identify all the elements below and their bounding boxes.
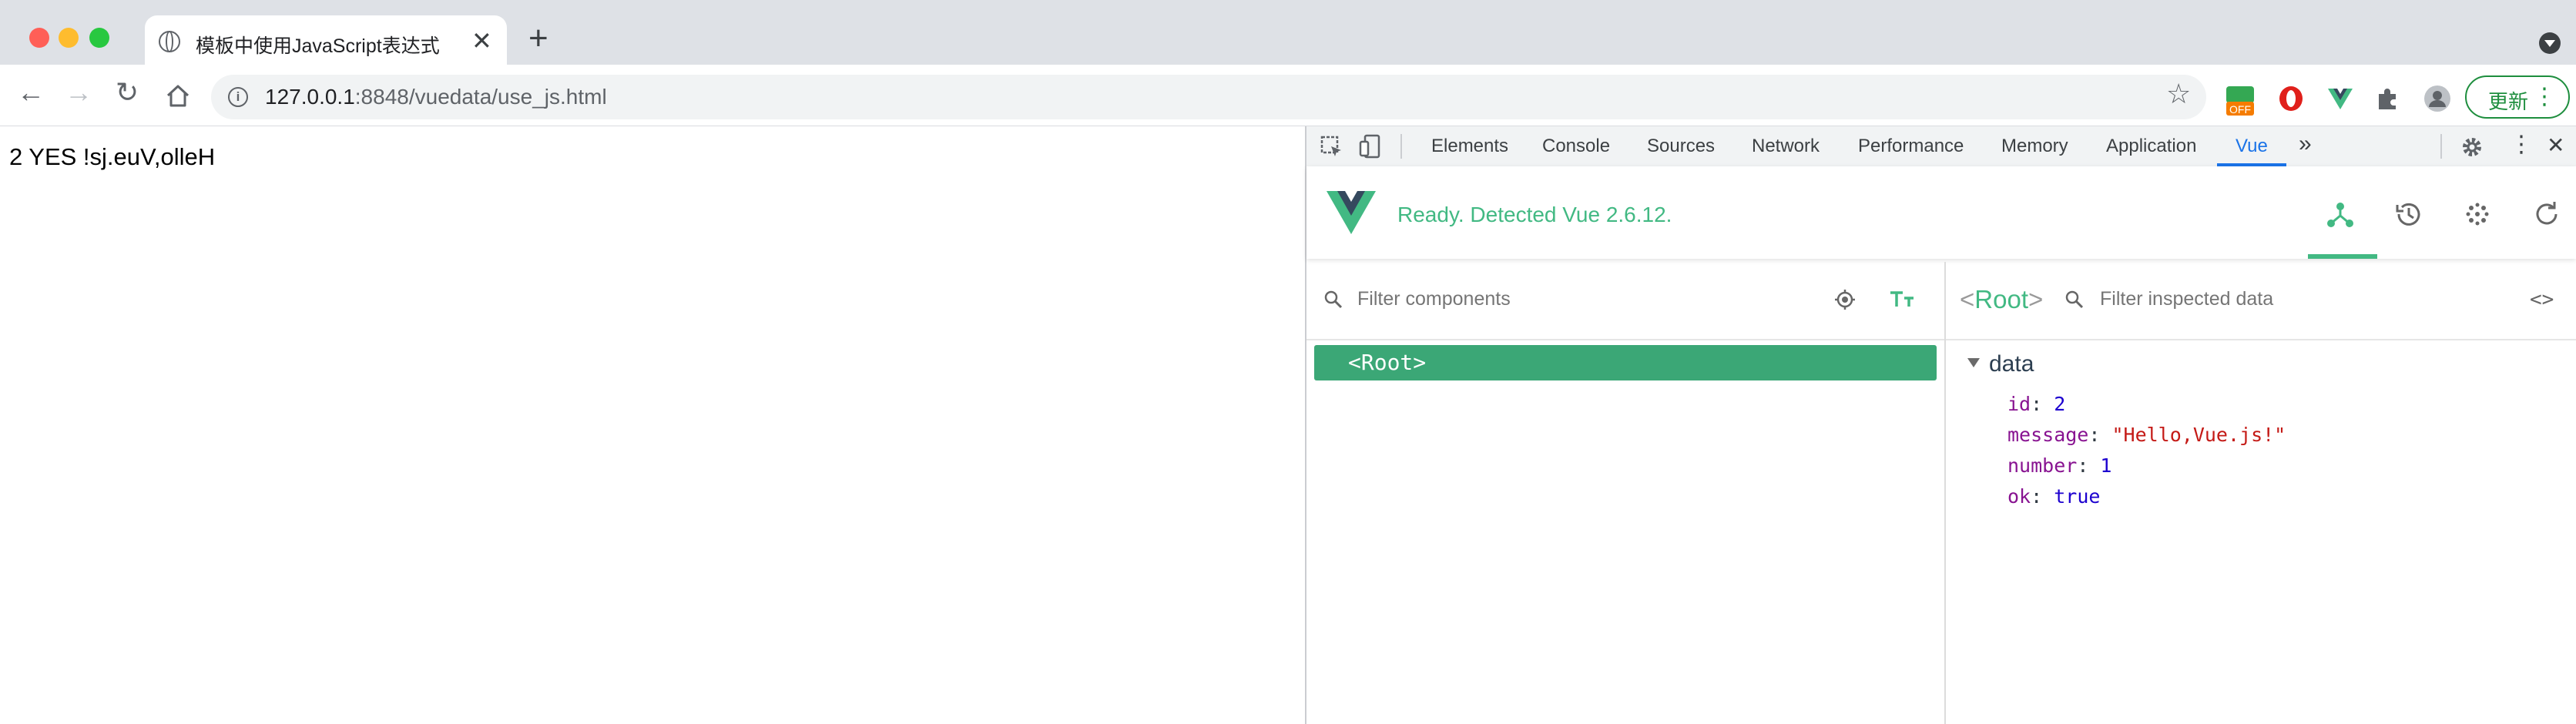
opera-extension-icon[interactable] bbox=[2277, 85, 2305, 112]
more-tabs-icon[interactable]: » bbox=[2299, 131, 2312, 157]
divider bbox=[1400, 134, 1402, 159]
settings-gear-icon[interactable] bbox=[2460, 136, 2484, 163]
data-row-message[interactable]: message: "Hello,Vue.js!" bbox=[2007, 424, 2286, 446]
divider bbox=[2440, 134, 2442, 159]
vuex-dots-icon[interactable] bbox=[2462, 199, 2493, 233]
tab-elements[interactable]: Elements bbox=[1431, 136, 1508, 157]
bookmark-star-icon[interactable]: ☆ bbox=[2166, 80, 2191, 108]
more-vert-icon: ⋮ bbox=[2533, 84, 2556, 109]
tab-sources[interactable]: Sources bbox=[1647, 136, 1715, 157]
open-source-code-icon[interactable]: <> bbox=[2530, 288, 2554, 311]
extension-off-icon[interactable]: OFF bbox=[2225, 85, 2254, 116]
components-tree-icon[interactable] bbox=[2325, 199, 2356, 233]
filter-inspected-data-input[interactable] bbox=[2098, 287, 2487, 311]
inspected-component-name: <Root> bbox=[1960, 285, 2044, 313]
new-tab-button[interactable]: + bbox=[528, 22, 548, 55]
tab-memory[interactable]: Memory bbox=[2001, 136, 2068, 157]
data-row-id[interactable]: id: 2 bbox=[2007, 393, 2065, 415]
close-devtools-icon[interactable]: ✕ bbox=[2547, 132, 2564, 158]
format-names-icon[interactable] bbox=[1889, 290, 1915, 313]
globe-icon bbox=[159, 31, 180, 52]
tab-console[interactable]: Console bbox=[1542, 136, 1610, 157]
page-content-text: 2 YES !sj.euV,olleH bbox=[9, 143, 216, 170]
active-view-indicator bbox=[2308, 254, 2377, 259]
tab-application[interactable]: Application bbox=[2106, 136, 2196, 157]
svg-text:OFF: OFF bbox=[2229, 103, 2251, 116]
home-icon[interactable] bbox=[165, 83, 191, 113]
inspect-element-icon[interactable] bbox=[1320, 136, 1343, 163]
tab-network[interactable]: Network bbox=[1752, 136, 1820, 157]
history-icon[interactable] bbox=[2393, 199, 2423, 233]
search-icon bbox=[2064, 290, 2085, 313]
refresh-icon[interactable] bbox=[2531, 199, 2562, 233]
collapse-arrow-icon[interactable] bbox=[1967, 358, 1980, 367]
url-text[interactable]: 127.0.0.1:8848/vuedata/use_js.html bbox=[265, 85, 607, 109]
back-icon[interactable]: ← bbox=[17, 79, 45, 106]
close-window-button[interactable] bbox=[29, 28, 49, 48]
reload-icon[interactable]: ↻ bbox=[116, 79, 139, 106]
select-component-target-icon[interactable] bbox=[1833, 288, 1857, 315]
data-row-ok[interactable]: ok: true bbox=[2007, 485, 2100, 508]
tab-performance[interactable]: Performance bbox=[1858, 136, 1964, 157]
vue-logo-icon bbox=[1327, 191, 1376, 238]
vue-status-text: Ready. Detected Vue 2.6.12. bbox=[1397, 203, 1672, 226]
update-button[interactable]: 更新 ⋮ bbox=[2465, 75, 2570, 119]
update-label: 更新 bbox=[2488, 90, 2529, 113]
site-info-icon[interactable]: i bbox=[228, 87, 248, 107]
maximize-window-button[interactable] bbox=[89, 28, 109, 48]
tab-vue[interactable]: Vue bbox=[2236, 136, 2268, 157]
extensions-puzzle-icon[interactable] bbox=[2374, 85, 2402, 112]
vue-devtools-extension-icon[interactable] bbox=[2326, 85, 2354, 112]
device-toolbar-icon[interactable] bbox=[1359, 134, 1382, 163]
search-icon bbox=[1323, 290, 1343, 313]
tab-title: 模板中使用JavaScript表达式 bbox=[196, 35, 440, 57]
tab-search-icon[interactable] bbox=[2539, 32, 2561, 54]
close-tab-icon[interactable]: ✕ bbox=[471, 26, 492, 55]
component-root-label: <Root> bbox=[1348, 350, 1427, 375]
profile-avatar-icon[interactable] bbox=[2423, 85, 2451, 112]
forward-icon[interactable]: → bbox=[65, 79, 92, 106]
data-section-heading[interactable]: data bbox=[1989, 351, 2034, 377]
minimize-window-button[interactable] bbox=[59, 28, 79, 48]
filter-components-input[interactable] bbox=[1356, 287, 1790, 311]
devtools-menu-icon[interactable]: ⋮ bbox=[2510, 131, 2533, 158]
data-row-number[interactable]: number: 1 bbox=[2007, 454, 2111, 477]
